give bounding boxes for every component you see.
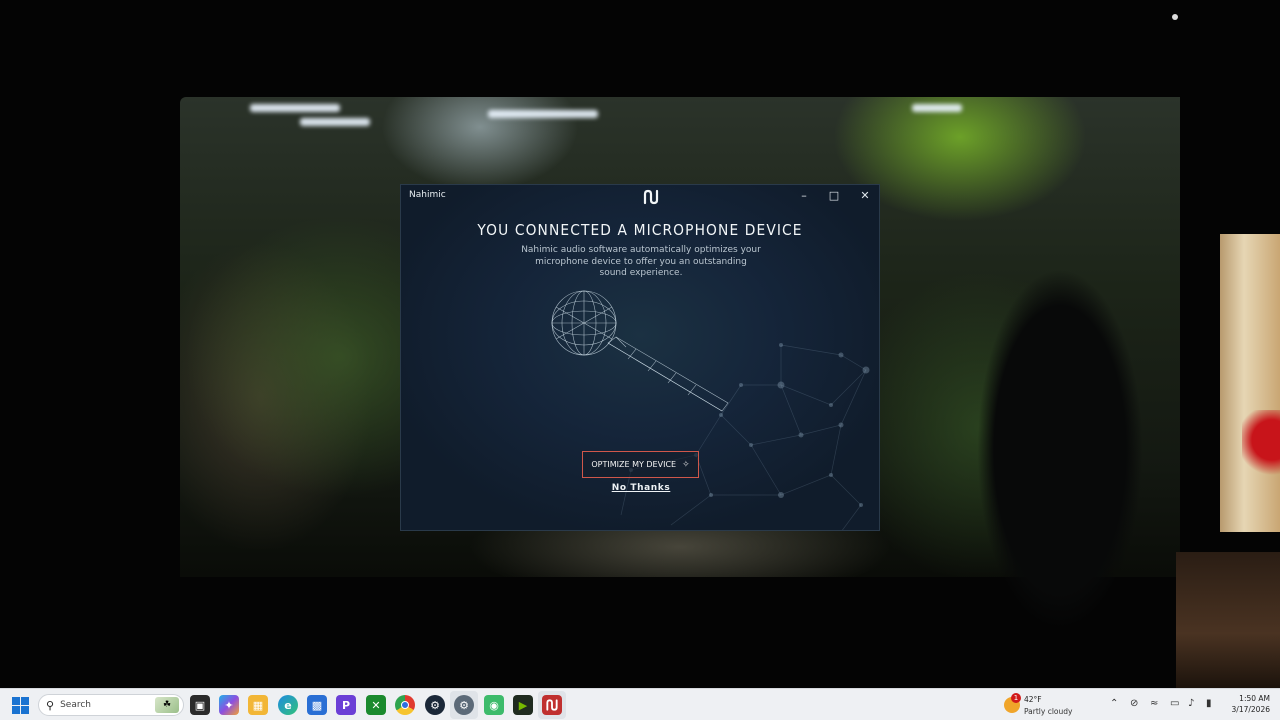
android-icon[interactable]: ◉ xyxy=(484,695,504,715)
notification-badge: 1 xyxy=(1011,693,1021,703)
nahimic-icon[interactable] xyxy=(542,695,562,715)
store-icon[interactable]: ▩ xyxy=(307,695,327,715)
wallpaper-light xyxy=(250,104,340,112)
network-off-icon[interactable]: ⊘ xyxy=(1130,698,1138,709)
no-thanks-link[interactable]: No Thanks xyxy=(591,483,691,493)
file-explorer-icon[interactable]: ▦ xyxy=(248,695,268,715)
search-placeholder: Search xyxy=(60,700,91,710)
taskbar-search[interactable]: ⚲ Search ☘ xyxy=(38,694,184,716)
windows-logo-icon xyxy=(12,697,20,705)
battery-icon[interactable]: ▮ xyxy=(1206,698,1212,709)
maximize-button[interactable]: □ xyxy=(825,188,843,204)
wallpaper-person xyxy=(950,190,1170,688)
copilot-icon[interactable]: ✦ xyxy=(219,695,239,715)
page-title: YOU CONNECTED A MICROPHONE DEVICE xyxy=(477,221,803,239)
nahimic-window: Nahimic – □ ✕ YOU CONNECTED A MICROPHONE… xyxy=(400,184,880,531)
search-highlight-icon: ☘ xyxy=(155,697,179,713)
close-button[interactable]: ✕ xyxy=(856,188,874,204)
chevron-up-icon[interactable]: ⌃ xyxy=(1110,698,1118,709)
microphone-icon xyxy=(551,290,729,412)
optimize-device-button[interactable]: OPTIMIZE MY DEVICE ✧ xyxy=(582,451,699,478)
description-text: Nahimic audio software automatically opt… xyxy=(521,245,761,278)
search-icon: ⚲ xyxy=(46,698,55,712)
windows-logo-icon xyxy=(12,706,20,714)
nvidia-icon[interactable]: ▶ xyxy=(513,695,533,715)
nahimic-logo-icon xyxy=(546,699,558,711)
weather-widget[interactable]: 1 42°F Partly cloudy xyxy=(1004,693,1114,717)
mouse-cursor xyxy=(1172,14,1178,20)
taskbar: ⚲ Search ☘ ▣ ✦ ▦ e ▩ P ✕ ⚙ ⚙ ◉ ▶ 1 42°F … xyxy=(0,688,1280,720)
nahimic-logo-icon xyxy=(643,189,659,205)
start-button[interactable] xyxy=(12,697,29,714)
steam-icon[interactable]: ⚙ xyxy=(425,695,445,715)
window-title: Nahimic xyxy=(409,190,446,200)
minimize-button[interactable]: – xyxy=(795,188,813,204)
volume-icon[interactable]: ♪ xyxy=(1188,698,1194,709)
system-clock[interactable]: 1:50 AM 3/17/2026 xyxy=(1224,693,1270,715)
xbox-icon[interactable]: ✕ xyxy=(366,695,386,715)
task-view-icon[interactable]: ▣ xyxy=(190,695,210,715)
wallpaper-wall xyxy=(1176,552,1280,688)
weather-condition: Partly cloudy xyxy=(1024,707,1073,716)
weather-temperature: 42°F xyxy=(1024,695,1042,704)
wallpaper-light xyxy=(300,118,370,126)
edge-icon[interactable]: e xyxy=(278,695,298,715)
wallpaper-doorway xyxy=(1220,234,1280,532)
wallpaper-light xyxy=(488,110,598,118)
wallpaper-light xyxy=(912,104,962,112)
bluetooth-icon[interactable]: ≈ xyxy=(1150,698,1158,709)
windows-logo-icon xyxy=(21,697,29,705)
clock-date: 3/17/2026 xyxy=(1231,705,1270,714)
proton-icon[interactable]: P xyxy=(336,695,356,715)
chrome-center xyxy=(401,701,409,709)
wallpaper-flower xyxy=(1242,410,1280,480)
display-icon[interactable]: ▭ xyxy=(1170,698,1179,709)
title-bar[interactable]: Nahimic – □ ✕ xyxy=(401,185,879,207)
optimize-button-label: OPTIMIZE MY DEVICE xyxy=(591,460,677,469)
settings-icon[interactable]: ⚙ xyxy=(454,695,474,715)
magic-wand-icon: ✧ xyxy=(682,459,690,470)
windows-logo-icon xyxy=(21,706,29,714)
clock-time: 1:50 AM xyxy=(1239,694,1270,703)
chrome-icon[interactable] xyxy=(395,695,415,715)
